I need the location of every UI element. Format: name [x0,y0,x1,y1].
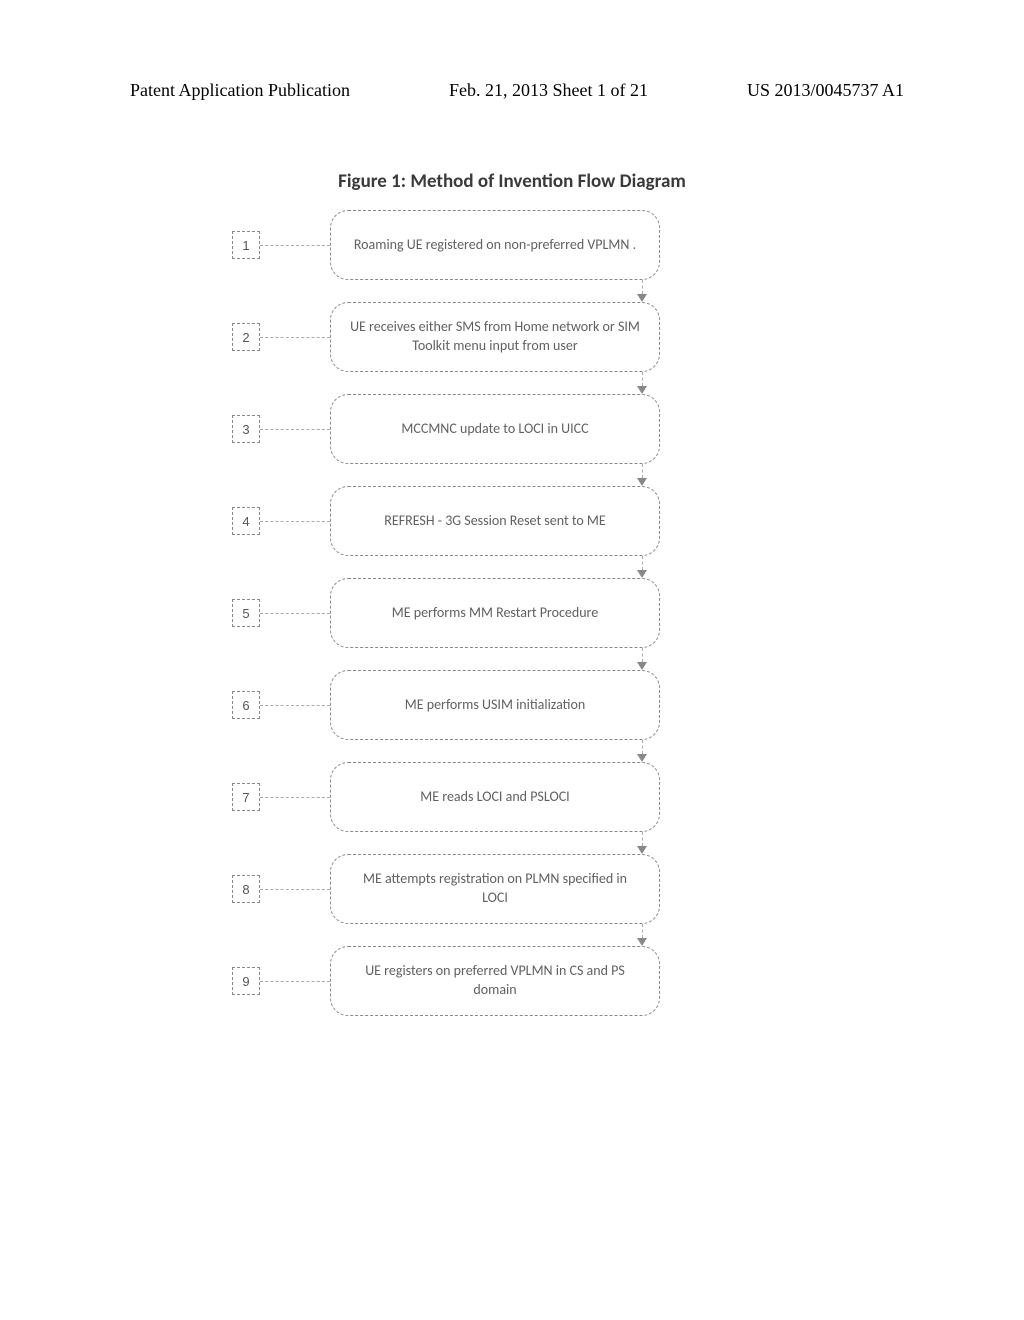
step-number: 6 [232,691,260,719]
flow-step: 2 UE receives either SMS from Home netwo… [232,302,792,372]
connector-horizontal [260,521,330,522]
connector-horizontal [260,797,330,798]
header-left: Patent Application Publication [130,80,350,101]
arrow-down-icon [232,556,792,578]
flow-step: 9 UE registers on preferred VPLMN in CS … [232,946,792,1016]
step-box: ME attempts registration on PLMN specifi… [330,854,660,924]
connector-horizontal [260,889,330,890]
flow-step: 3 MCCMNC update to LOCI in UICC [232,394,792,464]
connector-horizontal [260,245,330,246]
header-right: US 2013/0045737 A1 [747,80,904,101]
step-box: UE registers on preferred VPLMN in CS an… [330,946,660,1016]
figure-title: Figure 1: Method of Invention Flow Diagr… [0,170,1024,193]
step-number: 2 [232,323,260,351]
arrow-down-icon [232,832,792,854]
step-box: MCCMNC update to LOCI in UICC [330,394,660,464]
connector-horizontal [260,705,330,706]
flow-step: 8 ME attempts registration on PLMN speci… [232,854,792,924]
flow-step: 7 ME reads LOCI and PSLOCI [232,762,792,832]
flow-step: 5 ME performs MM Restart Procedure [232,578,792,648]
connector-horizontal [260,981,330,982]
connector-horizontal [260,429,330,430]
arrow-down-icon [232,924,792,946]
step-number: 8 [232,875,260,903]
flow-step: 4 REFRESH - 3G Session Reset sent to ME [232,486,792,556]
step-box: REFRESH - 3G Session Reset sent to ME [330,486,660,556]
step-box: Roaming UE registered on non-preferred V… [330,210,660,280]
arrow-down-icon [232,372,792,394]
step-box: UE receives either SMS from Home network… [330,302,660,372]
arrow-down-icon [232,648,792,670]
header-middle: Feb. 21, 2013 Sheet 1 of 21 [449,80,648,101]
step-number: 5 [232,599,260,627]
step-number: 1 [232,231,260,259]
connector-horizontal [260,337,330,338]
step-number: 7 [232,783,260,811]
connector-horizontal [260,613,330,614]
arrow-down-icon [232,740,792,762]
flow-step: 6 ME performs USIM initialization [232,670,792,740]
page-header: Patent Application Publication Feb. 21, … [0,80,1024,101]
step-box: ME performs USIM initialization [330,670,660,740]
step-number: 3 [232,415,260,443]
arrow-down-icon [232,280,792,302]
step-box: ME reads LOCI and PSLOCI [330,762,660,832]
flow-step: 1 Roaming UE registered on non-preferred… [232,210,792,280]
arrow-down-icon [232,464,792,486]
flow-diagram: 1 Roaming UE registered on non-preferred… [0,210,1024,1016]
step-number: 9 [232,967,260,995]
step-number: 4 [232,507,260,535]
step-box: ME performs MM Restart Procedure [330,578,660,648]
